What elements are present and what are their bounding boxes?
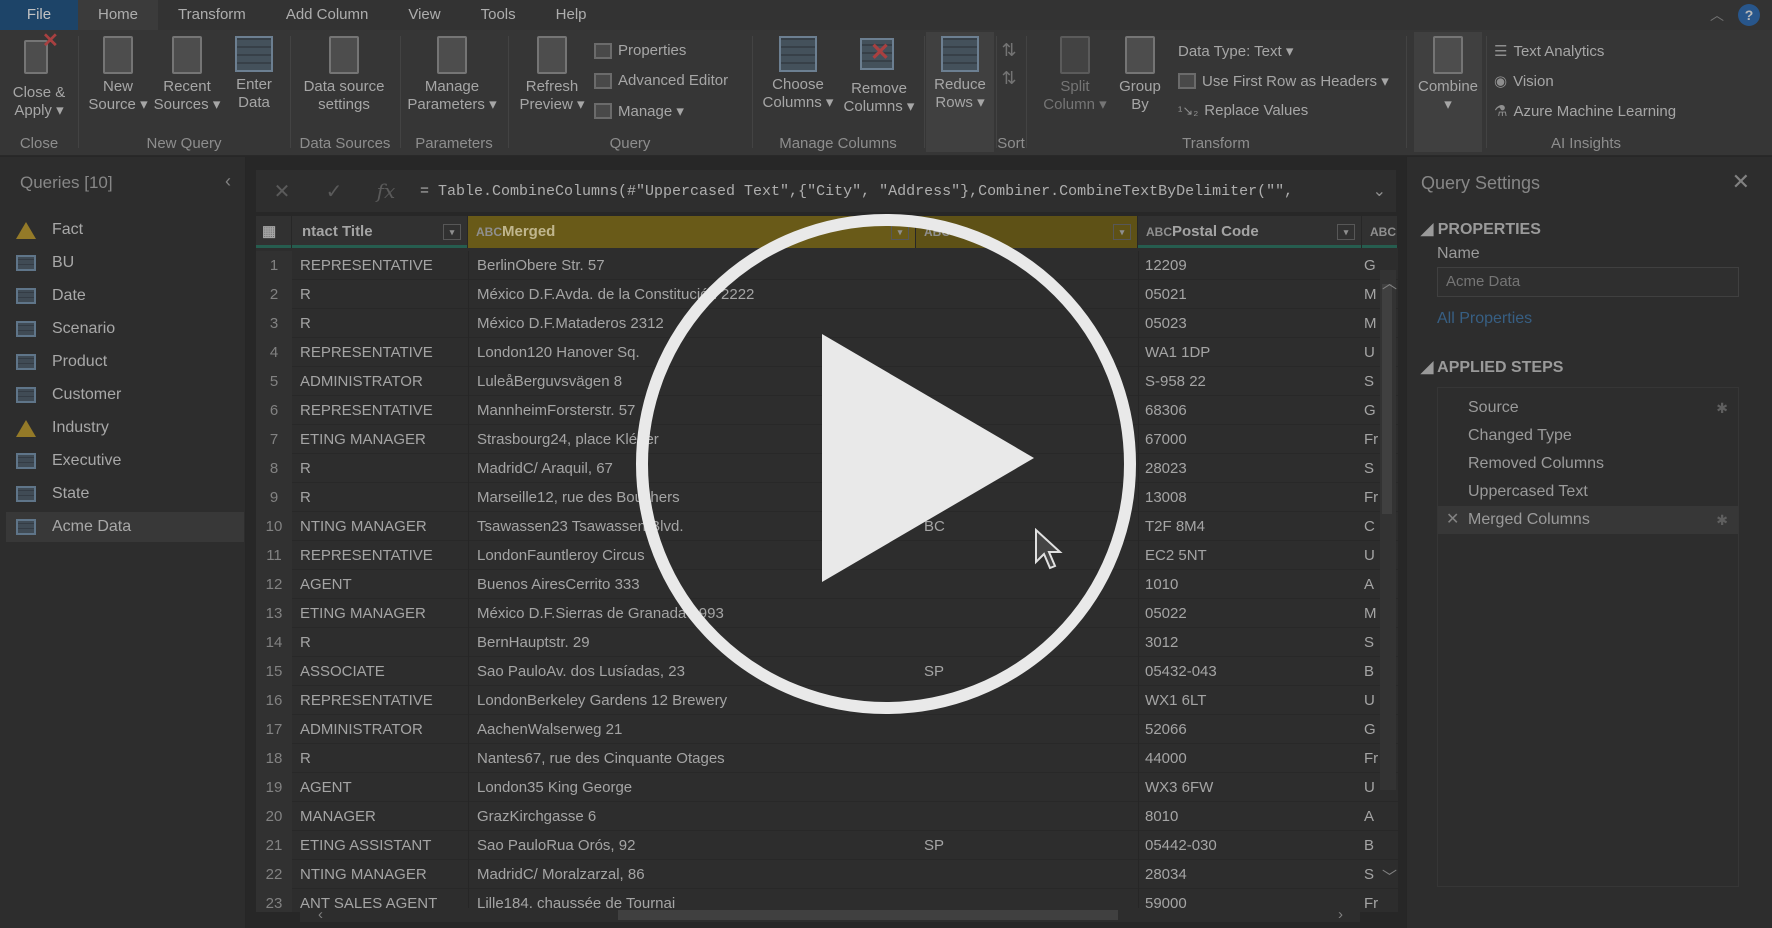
mouse-cursor-icon (1035, 528, 1063, 570)
play-icon[interactable] (822, 334, 1034, 582)
